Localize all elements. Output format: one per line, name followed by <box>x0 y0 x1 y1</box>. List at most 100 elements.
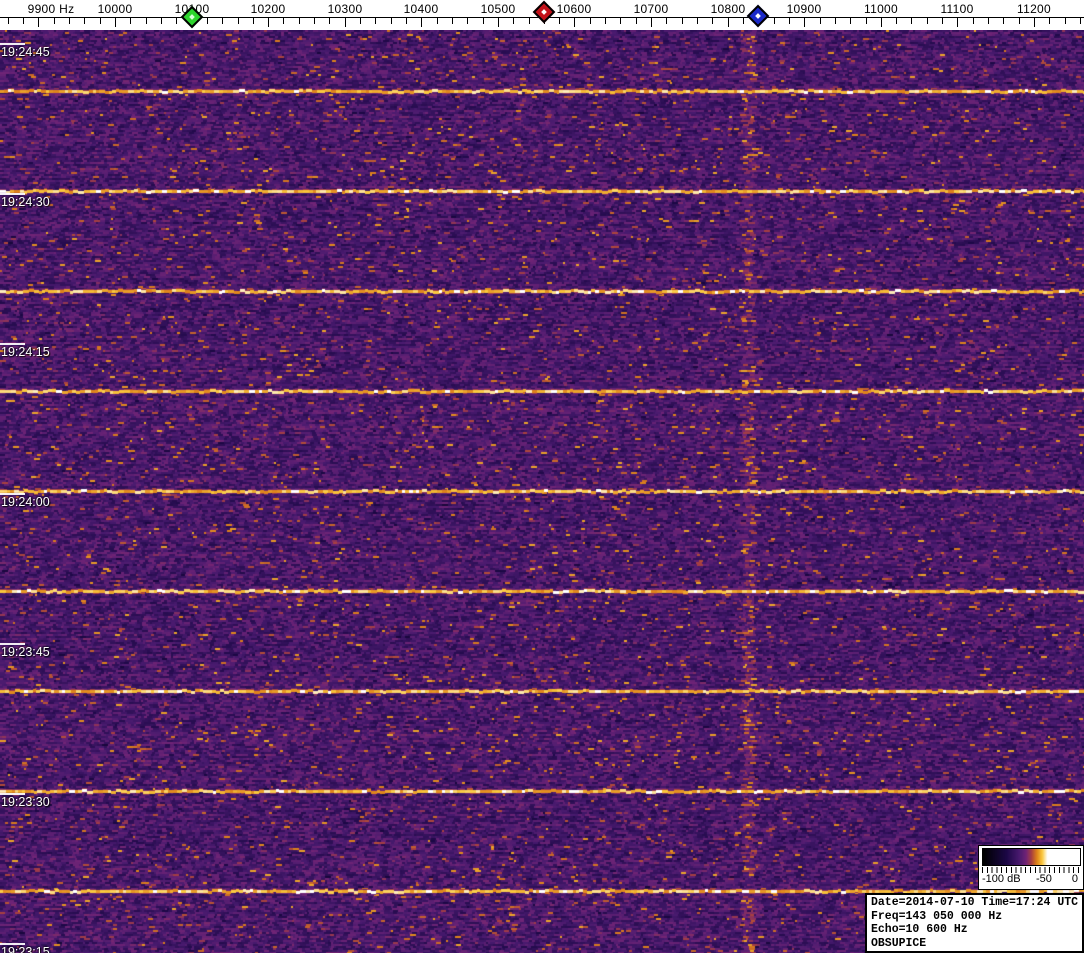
spectrogram-app-window: 9900 Hz100001010010200103001040010500106… <box>0 0 1084 953</box>
ruler-minor-tick <box>590 18 591 24</box>
ruler-minor-tick <box>299 18 300 24</box>
ruler-minor-tick <box>1080 18 1081 24</box>
ruler-major-tick <box>268 18 269 27</box>
ruler-minor-tick <box>850 18 851 24</box>
ruler-major-tick <box>728 18 729 27</box>
ruler-major-tick <box>574 18 575 27</box>
ruler-minor-tick <box>513 18 514 24</box>
time-tick-label: 19:24:15 <box>1 345 50 359</box>
ruler-major-tick <box>651 18 652 27</box>
observation-info-box: Date=2014-07-10 Time=17:24 UTC Freq=143 … <box>865 893 1084 953</box>
freq-tick-label: 10800 <box>710 2 746 16</box>
ruler-minor-tick <box>161 18 162 24</box>
ruler-minor-tick <box>176 18 177 24</box>
ruler-minor-tick <box>942 18 943 24</box>
ruler-major-tick <box>115 18 116 27</box>
legend-label-max: 0 <box>1071 873 1078 885</box>
db-color-legend: -100 dB -50 0 <box>978 845 1084 890</box>
ruler-major-tick <box>804 18 805 27</box>
ruler-major-tick <box>421 18 422 27</box>
ruler-minor-tick <box>774 18 775 24</box>
waterfall-spectrogram[interactable] <box>0 30 1084 953</box>
ruler-minor-tick <box>84 18 85 24</box>
ruler-minor-tick <box>697 18 698 24</box>
ruler-minor-tick <box>789 18 790 24</box>
ruler-minor-tick <box>69 18 70 24</box>
info-station-name: OBSUPICE <box>871 936 927 950</box>
ruler-minor-tick <box>100 18 101 24</box>
ruler-minor-tick <box>620 18 621 24</box>
freq-tick-label: 10300 <box>327 2 363 16</box>
info-frequency: Freq=143 050 000 Hz <box>871 909 1003 923</box>
ruler-minor-tick <box>329 18 330 24</box>
info-date-time: Date=2014-07-10 Time=17:24 UTC <box>871 896 1079 909</box>
ruler-minor-tick <box>1019 18 1020 24</box>
freq-tick-label: 10500 <box>480 2 516 16</box>
ruler-minor-tick <box>835 18 836 24</box>
ruler-minor-tick <box>866 18 867 24</box>
legend-label-min: -100 dB <box>982 873 1021 885</box>
ruler-minor-tick <box>988 18 989 24</box>
legend-label-mid: -50 <box>1036 873 1052 885</box>
time-tick-label: 19:23:45 <box>1 645 50 659</box>
freq-tick-label: 11000 <box>864 2 898 16</box>
ruler-minor-tick <box>896 18 897 24</box>
freq-tick-label: 10000 <box>97 2 133 16</box>
ruler-minor-tick <box>927 18 928 24</box>
time-tick-label: 19:23:15 <box>1 945 50 953</box>
freq-tick-label: 10900 <box>786 2 822 16</box>
blue-frequency-marker-icon[interactable] <box>746 4 770 28</box>
ruler-minor-tick <box>437 18 438 24</box>
ruler-major-tick <box>957 18 958 27</box>
red-frequency-marker-icon[interactable] <box>532 0 556 24</box>
freq-tick-label: 10600 <box>556 2 592 16</box>
ruler-minor-tick <box>23 18 24 24</box>
ruler-minor-tick <box>1049 18 1050 24</box>
ruler-minor-tick <box>360 18 361 24</box>
ruler-minor-tick <box>636 18 637 24</box>
time-tick-label: 19:24:00 <box>1 495 50 509</box>
ruler-major-tick <box>38 18 39 27</box>
ruler-minor-tick <box>8 18 9 24</box>
ruler-major-tick <box>881 18 882 27</box>
freq-tick-label: 11200 <box>1017 2 1051 16</box>
ruler-minor-tick <box>406 18 407 24</box>
info-echo-offset: Echo=10 600 Hz <box>871 923 968 936</box>
freq-tick-label: 11100 <box>940 2 974 16</box>
ruler-minor-tick <box>375 18 376 24</box>
ruler-minor-tick <box>283 18 284 24</box>
frequency-ruler[interactable]: 9900 Hz100001010010200103001040010500106… <box>0 0 1084 30</box>
ruler-minor-tick <box>452 18 453 24</box>
ruler-minor-tick <box>238 18 239 24</box>
ruler-minor-tick <box>666 18 667 24</box>
colormap-gradient-bar <box>982 848 1081 866</box>
time-tick-label: 19:24:30 <box>1 195 50 209</box>
ruler-minor-tick <box>559 18 560 24</box>
time-tick-label: 19:23:30 <box>1 795 50 809</box>
time-tick-label: 19:24:45 <box>1 45 50 59</box>
ruler-minor-tick <box>1003 18 1004 24</box>
freq-tick-label: 10400 <box>403 2 439 16</box>
ruler-minor-tick <box>391 18 392 24</box>
ruler-minor-tick <box>146 18 147 24</box>
ruler-minor-tick <box>222 18 223 24</box>
marker-center-dot <box>541 9 547 15</box>
ruler-minor-tick <box>973 18 974 24</box>
ruler-major-tick <box>498 18 499 27</box>
ruler-minor-tick <box>743 18 744 24</box>
ruler-minor-tick <box>820 18 821 24</box>
ruler-minor-tick <box>467 18 468 24</box>
ruler-major-tick <box>1034 18 1035 27</box>
freq-tick-label: 10200 <box>250 2 286 16</box>
freq-tick-label: 9900 Hz <box>27 2 75 16</box>
ruler-minor-tick <box>253 18 254 24</box>
marker-center-dot <box>189 14 195 20</box>
ruler-minor-tick <box>207 18 208 24</box>
ruler-minor-tick <box>54 18 55 24</box>
freq-tick-label: 10700 <box>633 2 669 16</box>
ruler-minor-tick <box>911 18 912 24</box>
ruler-minor-tick <box>1065 18 1066 24</box>
ruler-minor-tick <box>682 18 683 24</box>
ruler-minor-tick <box>130 18 131 24</box>
marker-center-dot <box>755 13 761 19</box>
